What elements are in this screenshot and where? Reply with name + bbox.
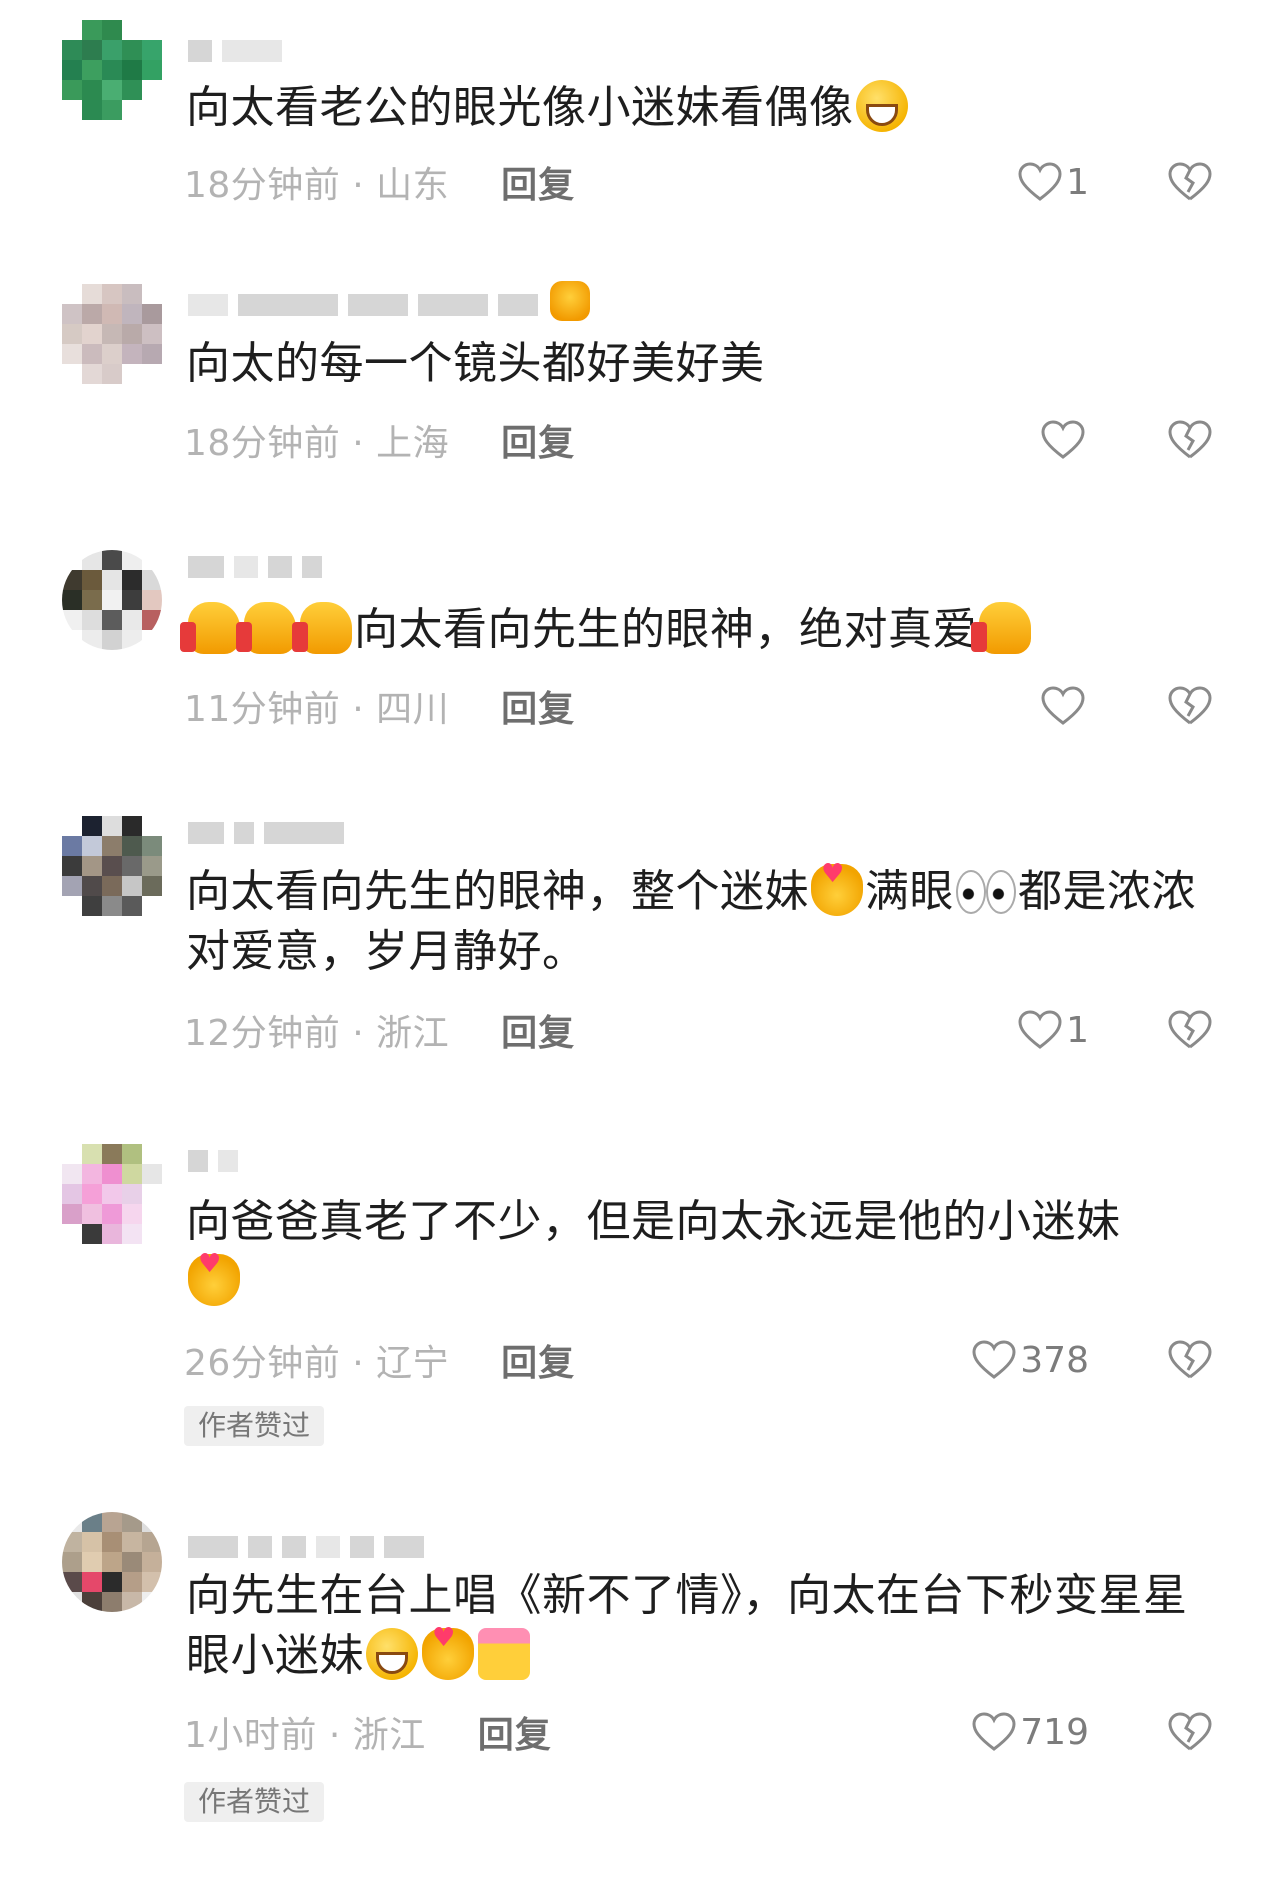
username-redacted[interactable] [188, 816, 344, 850]
comment-meta: 12分钟前 · 浙江 回复 [184, 1006, 575, 1054]
comment-text-content: 满眼 [865, 866, 954, 917]
like-button[interactable] [1041, 682, 1089, 730]
comment-text: 向太看向先生的眼神，绝对真爱 [180, 600, 1216, 660]
comment-text-content: 向爸爸真老了不少，但是向太永远是他的小迷妹 [186, 1196, 1121, 1247]
thumbs-up-emoji-icon [292, 602, 352, 654]
like-button[interactable]: 378 [972, 1336, 1089, 1384]
reply-button[interactable]: 回复 [501, 414, 575, 466]
avatar[interactable] [62, 1512, 162, 1612]
eyes-emoji-icon [956, 864, 1016, 916]
reply-button[interactable]: 回复 [501, 1004, 575, 1056]
comment-meta: 11分钟前 · 四川 回复 [184, 682, 575, 730]
dislike-button[interactable] [1168, 682, 1212, 730]
finger-heart-emoji-icon [422, 1608, 474, 1680]
comment-time-location: 26分钟前 · 辽宁 [184, 1343, 450, 1384]
thumbs-up-emoji-icon [180, 602, 240, 654]
avatar[interactable] [62, 816, 162, 916]
dislike-button[interactable] [1168, 416, 1212, 464]
couple-heart-emoji-icon [478, 1628, 530, 1680]
heart-outline-icon [1041, 420, 1085, 459]
comment-meta: 1小时前 · 浙江 回复 [184, 1708, 552, 1756]
like-button[interactable] [1041, 416, 1089, 464]
comment-text: 向太看老公的眼光像小迷妹看偶像 [186, 78, 1216, 138]
dislike-button[interactable] [1168, 158, 1212, 206]
broken-heart-icon [1168, 162, 1212, 201]
finger-heart-emoji-icon [811, 844, 863, 916]
username-redacted[interactable] [188, 1144, 238, 1178]
reply-button[interactable]: 回复 [478, 1706, 552, 1758]
comment-text-content: 向太看向先生的眼神，绝对真爱 [354, 604, 977, 655]
reply-button[interactable]: 回复 [501, 1334, 575, 1386]
author-liked-badge: 作者赞过 [184, 1406, 325, 1446]
broken-heart-icon [1168, 1712, 1212, 1751]
dislike-button[interactable] [1168, 1336, 1212, 1384]
comment-meta: 18分钟前 · 山东 回复 [184, 158, 575, 206]
broken-heart-icon [1168, 420, 1212, 459]
broken-heart-icon [1168, 1340, 1212, 1379]
comment-text: 向太的每一个镜头都好美好美 [186, 334, 1216, 394]
heart-outline-icon [972, 1340, 1016, 1379]
woman-emoji-icon [550, 281, 590, 321]
author-liked-badge: 作者赞过 [184, 1782, 325, 1822]
comment-text-content: 向先生在台上唱《新不了情》，向太在台下秒变星星眼小迷妹 [186, 1570, 1188, 1681]
dislike-button[interactable] [1168, 1708, 1212, 1756]
avatar[interactable] [62, 284, 162, 384]
comment-text-content: 向太看老公的眼光像小迷妹看偶像 [186, 82, 854, 133]
comment-time-location: 1小时前 · 浙江 [184, 1715, 426, 1756]
grin-emoji-icon [855, 80, 908, 132]
reply-button[interactable]: 回复 [501, 156, 575, 208]
comment-meta: 18分钟前 · 上海 回复 [184, 416, 575, 464]
username-redacted[interactable] [188, 281, 592, 322]
heart-outline-icon [972, 1712, 1016, 1751]
like-count: 1 [1066, 161, 1089, 203]
comment-text-content: 向太的每一个镜头都好美好美 [186, 338, 765, 389]
like-button[interactable]: 1 [1018, 158, 1089, 206]
thumbs-up-emoji-icon [236, 602, 296, 654]
comment-time-location: 11分钟前 · 四川 [184, 689, 450, 730]
comment-text: 向太看向先生的眼神，整个迷妹满眼都是浓浓对爱意，岁月静好。 [186, 844, 1216, 982]
comment-time-location: 12分钟前 · 浙江 [184, 1013, 450, 1054]
like-count: 378 [1020, 1339, 1089, 1381]
comment-time-location: 18分钟前 · 上海 [184, 423, 450, 464]
comment-text: 向先生在台上唱《新不了情》，向太在台下秒变星星眼小迷妹 [186, 1566, 1216, 1686]
comment-text-content: 向太看向先生的眼神，整个迷妹 [186, 866, 809, 917]
comment-time-location: 18分钟前 · 山东 [184, 165, 450, 206]
comment-meta: 26分钟前 · 辽宁 回复 [184, 1336, 575, 1384]
heart-outline-icon [1041, 686, 1085, 725]
grin-emoji-icon [366, 1628, 418, 1680]
like-button[interactable]: 1 [1018, 1006, 1089, 1054]
reply-button[interactable]: 回复 [501, 680, 575, 732]
username-redacted[interactable] [188, 550, 322, 584]
finger-heart-emoji-icon [188, 1234, 240, 1306]
heart-outline-icon [1018, 162, 1062, 201]
avatar[interactable] [62, 1144, 162, 1244]
like-count: 719 [1020, 1711, 1089, 1753]
like-button[interactable]: 719 [972, 1708, 1089, 1756]
avatar[interactable] [62, 20, 162, 120]
comment-text: 向爸爸真老了不少，但是向太永远是他的小迷妹 [186, 1192, 1216, 1312]
broken-heart-icon [1168, 1010, 1212, 1049]
broken-heart-icon [1168, 686, 1212, 725]
dislike-button[interactable] [1168, 1006, 1212, 1054]
thumbs-up-emoji-icon [971, 602, 1031, 654]
like-count: 1 [1066, 1009, 1089, 1051]
username-redacted[interactable] [188, 34, 282, 68]
avatar[interactable] [62, 550, 162, 650]
username-redacted[interactable] [188, 1530, 424, 1564]
heart-outline-icon [1018, 1010, 1062, 1049]
